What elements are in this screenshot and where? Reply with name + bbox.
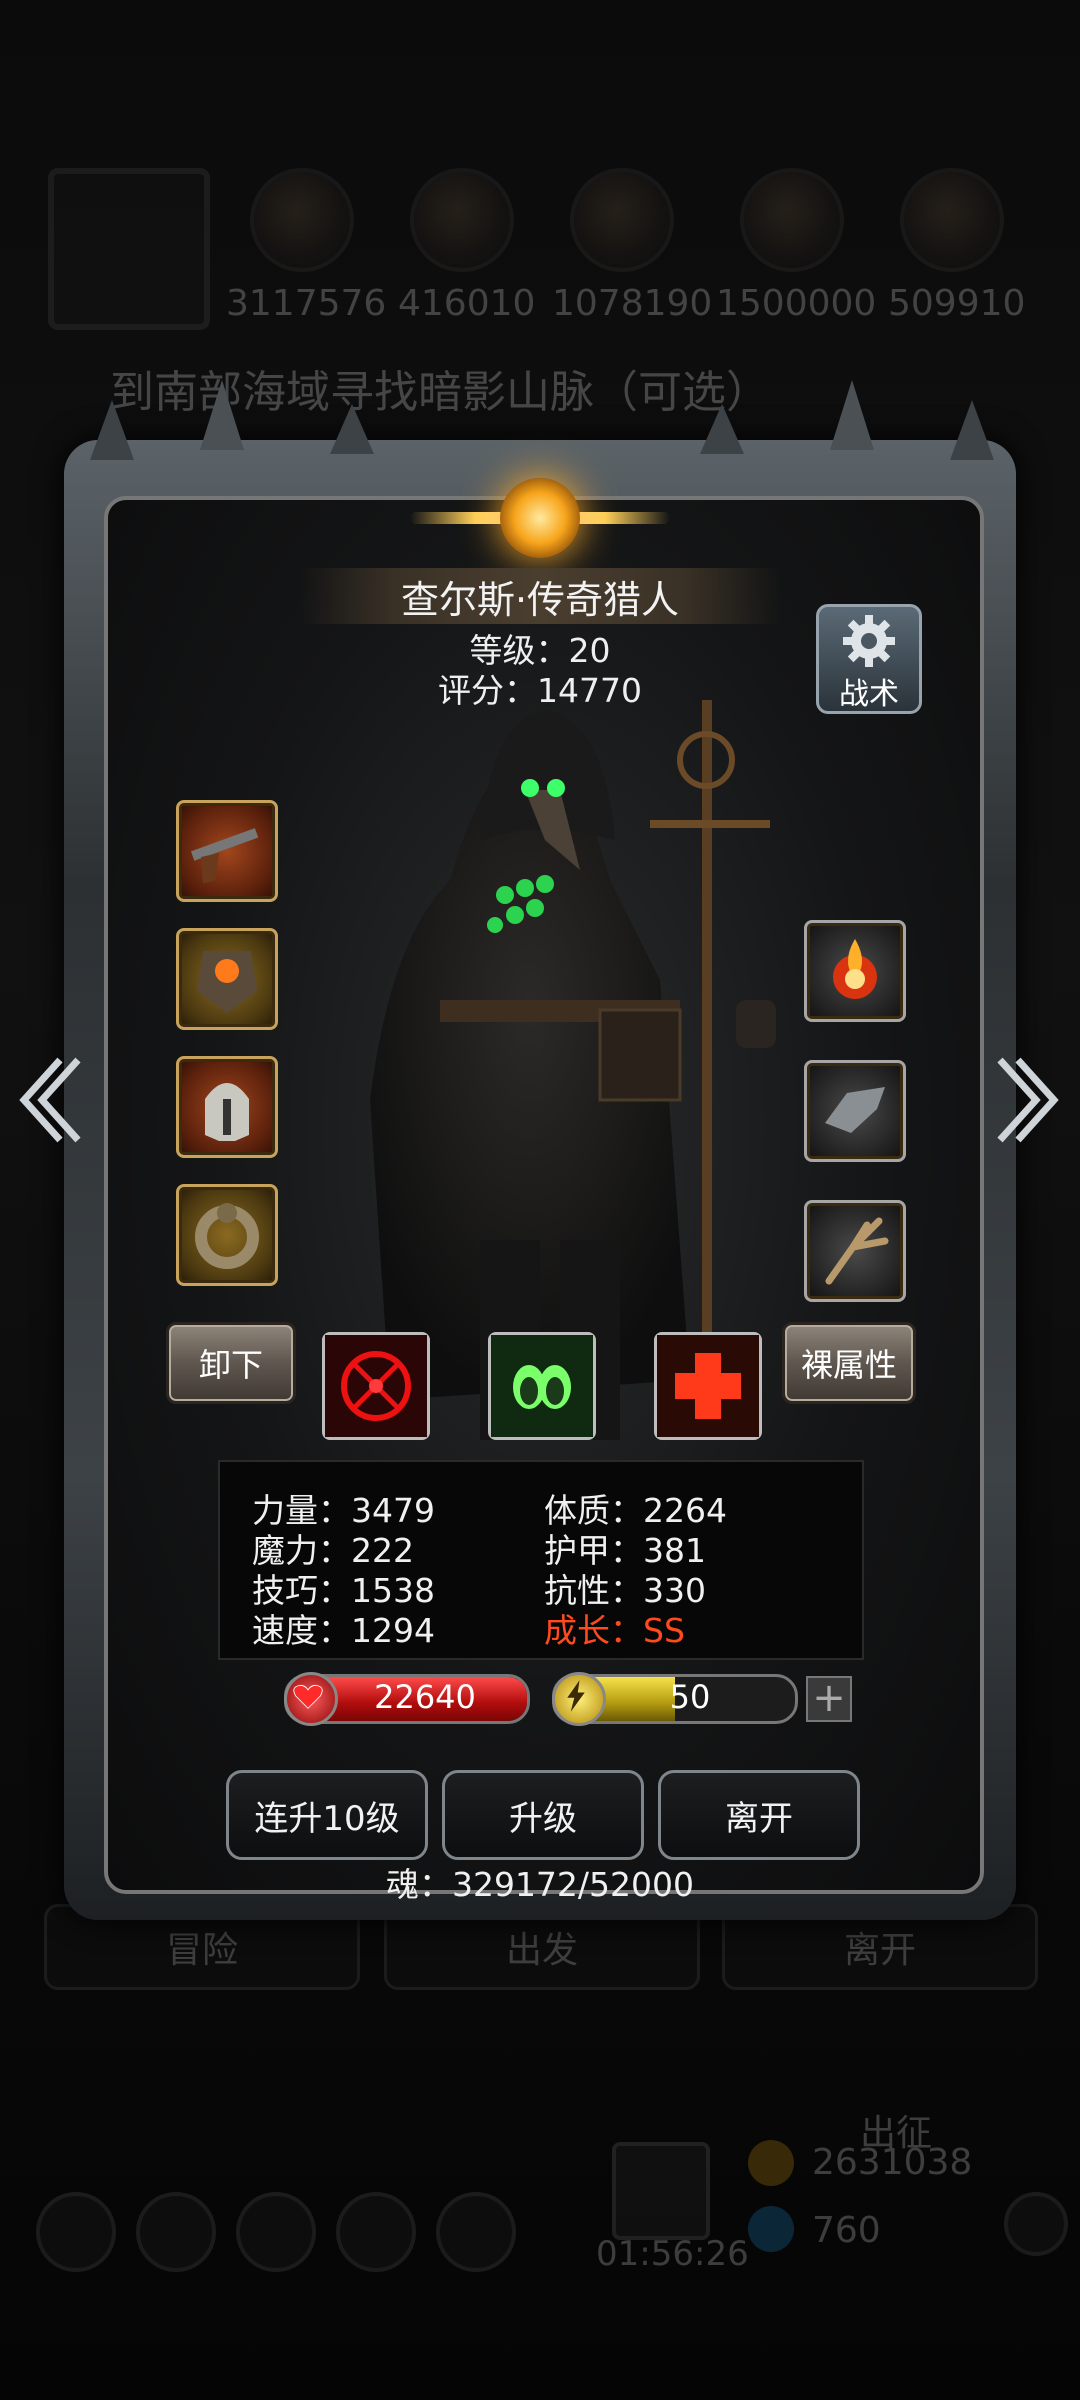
- energy-value: 50: [669, 1678, 711, 1716]
- equip-slot-accessory-2[interactable]: [804, 1060, 906, 1162]
- menu-icon-4[interactable]: [336, 2192, 416, 2272]
- equip-slot-weapon[interactable]: [176, 800, 278, 902]
- player-portrait[interactable]: [48, 168, 210, 330]
- base-attribute-button[interactable]: 裸属性: [782, 1322, 916, 1404]
- frame-spike: [700, 404, 744, 454]
- equip-slot-ring[interactable]: [176, 1184, 278, 1286]
- chest-armor-icon: [197, 951, 257, 1013]
- gold-amount: 2631038: [812, 2142, 973, 2183]
- resource-icon-4: [740, 168, 844, 272]
- frame-spike: [90, 400, 134, 460]
- gem-amount: 760: [812, 2210, 881, 2251]
- gold-coin-icon: [748, 2140, 794, 2186]
- resource-icon-5: [900, 168, 1004, 272]
- hp-value: 22640: [374, 1678, 476, 1716]
- crosshair-skill-icon: [325, 1335, 427, 1437]
- ring-icon: [195, 1203, 259, 1269]
- resource-value-4: 1500000: [716, 283, 877, 324]
- tactics-label: 战术: [839, 677, 899, 712]
- lightning-icon: [552, 1672, 606, 1726]
- prev-hero-arrow-icon[interactable]: [14, 1050, 84, 1150]
- gear-icon: [843, 615, 895, 667]
- level-up-button[interactable]: 升级: [442, 1770, 644, 1860]
- stats-panel: 力量：3479 魔力：222 技巧：1538 速度：1294 体质：2264 护…: [218, 1460, 864, 1660]
- claw-icon: [825, 1217, 889, 1285]
- level-up-10-button[interactable]: 连升10级: [226, 1770, 428, 1860]
- resource-value-3: 1078190: [552, 283, 713, 324]
- pistol-icon: [190, 828, 259, 883]
- menu-icon-5[interactable]: [436, 2192, 516, 2272]
- gauntlet-icon: [825, 1087, 885, 1133]
- stat-growth: 成长：SS: [544, 1611, 685, 1650]
- menu-icon-2[interactable]: [136, 2192, 216, 2272]
- menu-icon-6[interactable]: [1004, 2192, 1068, 2256]
- equip-slot-accessory-3[interactable]: [804, 1200, 906, 1302]
- tactics-button[interactable]: 战术: [816, 604, 922, 714]
- equip-slot-armor[interactable]: [176, 928, 278, 1030]
- frame-spike: [330, 404, 374, 454]
- add-energy-button[interactable]: +: [806, 1676, 852, 1722]
- emblem-icon: [500, 478, 580, 558]
- resource-value-1: 3117576: [226, 283, 387, 324]
- resource-icon-2: [410, 168, 514, 272]
- soul-counter: 魂：329172/52000: [385, 1865, 695, 1904]
- resource-value-2: 416010: [398, 283, 536, 324]
- hero-name: 查尔斯·传奇猎人: [300, 568, 780, 624]
- frame-spike: [200, 380, 244, 450]
- resource-icon-3: [570, 168, 674, 272]
- helmet-icon: [205, 1083, 249, 1141]
- unequip-button[interactable]: 卸下: [166, 1322, 296, 1404]
- resource-icon-1: [250, 168, 354, 272]
- skill-slot-2[interactable]: [488, 1332, 596, 1440]
- gift-box-icon[interactable]: [612, 2142, 710, 2240]
- next-hero-arrow-icon[interactable]: [994, 1050, 1064, 1150]
- fire-orb-icon: [833, 939, 877, 999]
- gem-icon: [748, 2206, 794, 2252]
- green-mask-skill-icon: [491, 1335, 593, 1437]
- red-cross-skill-icon: [657, 1335, 759, 1437]
- menu-icon-3[interactable]: [236, 2192, 316, 2272]
- frame-spike: [830, 380, 874, 450]
- equip-slot-helmet[interactable]: [176, 1056, 278, 1158]
- menu-icon-1[interactable]: [36, 2192, 116, 2272]
- skill-slot-3[interactable]: [654, 1332, 762, 1440]
- timer: 01:56:26: [596, 2234, 749, 2274]
- leave-button[interactable]: 离开: [658, 1770, 860, 1860]
- equip-slot-accessory-1[interactable]: [804, 920, 906, 1022]
- frame-spike: [950, 400, 994, 460]
- resource-value-5: 509910: [888, 283, 1026, 324]
- stat-speed: 速度：1294: [252, 1611, 435, 1650]
- skill-slot-1[interactable]: [322, 1332, 430, 1440]
